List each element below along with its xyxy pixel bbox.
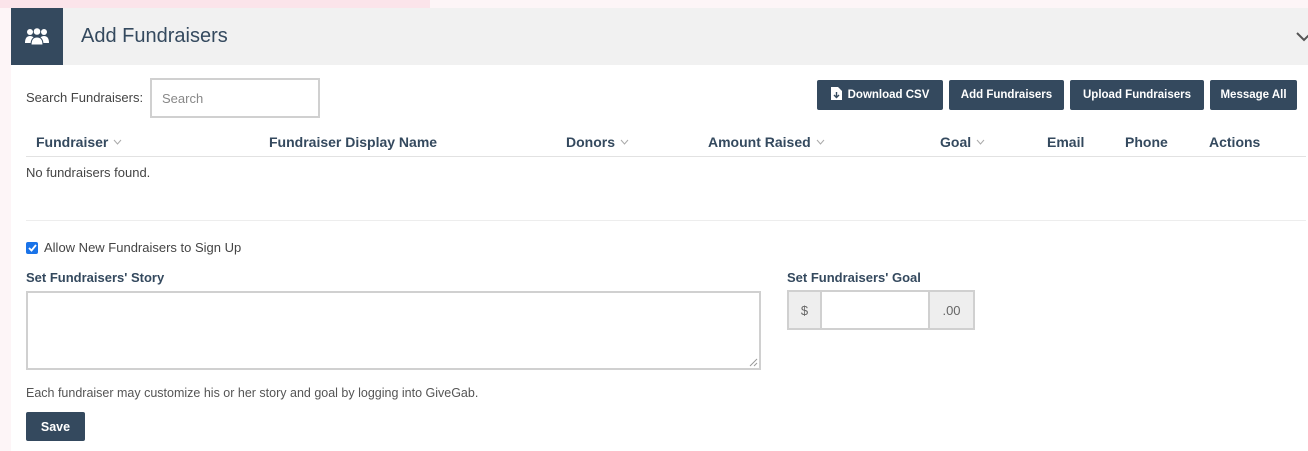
column-header-label: Actions <box>1209 134 1261 150</box>
allow-signup-checkbox[interactable] <box>26 241 38 254</box>
empty-table-message: No fundraisers found. <box>26 165 151 180</box>
column-header-label: Donors <box>566 134 615 150</box>
download-csv-button[interactable]: Download CSV <box>817 80 943 110</box>
goal-cents-suffix: .00 <box>930 290 975 330</box>
column-header-donors[interactable]: Donors <box>566 134 629 150</box>
panel-header[interactable]: Add Fundraisers <box>11 8 1308 65</box>
sort-chevron-icon <box>620 139 629 145</box>
column-header-label: Goal <box>940 134 972 150</box>
add-fundraisers-panel: Add Fundraisers Search Fundraisers: Down… <box>11 8 1308 451</box>
goal-input[interactable] <box>820 290 930 330</box>
column-header-label: Fundraiser <box>36 134 109 150</box>
allow-signup-label: Allow New Fundraisers to Sign Up <box>44 240 242 255</box>
users-icon <box>11 8 63 65</box>
resize-grip-icon[interactable] <box>749 358 758 367</box>
sort-chevron-icon <box>976 139 985 145</box>
download-csv-label: Download CSV <box>847 89 930 101</box>
help-text: Each fundraiser may customize his or her… <box>26 386 479 400</box>
sort-chevron-icon <box>816 139 825 145</box>
section-divider <box>26 220 1306 221</box>
allow-signup-row[interactable]: Allow New Fundraisers to Sign Up <box>26 240 241 255</box>
column-header-email: Email <box>1047 134 1084 150</box>
search-input[interactable] <box>150 78 320 118</box>
file-download-icon <box>830 87 842 103</box>
column-header-fundraiser[interactable]: Fundraiser <box>36 134 122 150</box>
story-textarea[interactable] <box>26 291 761 370</box>
column-header-goal[interactable]: Goal <box>940 134 985 150</box>
column-header-phone: Phone <box>1125 134 1168 150</box>
add-fundraisers-button[interactable]: Add Fundraisers <box>949 80 1064 110</box>
story-label: Set Fundraisers' Story <box>26 270 165 285</box>
chevron-down-icon[interactable] <box>1294 26 1308 46</box>
sort-chevron-icon <box>113 139 122 145</box>
column-header-display-name: Fundraiser Display Name <box>269 134 437 150</box>
upload-fundraisers-button[interactable]: Upload Fundraisers <box>1070 80 1204 110</box>
goal-currency-prefix: $ <box>787 290 820 330</box>
checkmark-icon <box>27 243 37 252</box>
message-all-button[interactable]: Message All <box>1210 80 1297 110</box>
column-header-amount-raised[interactable]: Amount Raised <box>708 134 825 150</box>
goal-input-group: $ .00 <box>787 290 975 330</box>
save-button[interactable]: Save <box>26 412 85 441</box>
column-header-label: Amount Raised <box>708 134 811 150</box>
panel-title: Add Fundraisers <box>81 25 228 47</box>
goal-label: Set Fundraisers' Goal <box>787 270 921 285</box>
column-header-label: Email <box>1047 134 1085 150</box>
search-label: Search Fundraisers: <box>26 90 144 105</box>
column-header-label: Phone <box>1125 134 1168 150</box>
column-header-actions: Actions <box>1209 134 1260 150</box>
page-top-edge <box>0 0 430 8</box>
table-header-divider <box>26 156 1306 157</box>
column-header-label: Fundraiser Display Name <box>269 134 438 150</box>
